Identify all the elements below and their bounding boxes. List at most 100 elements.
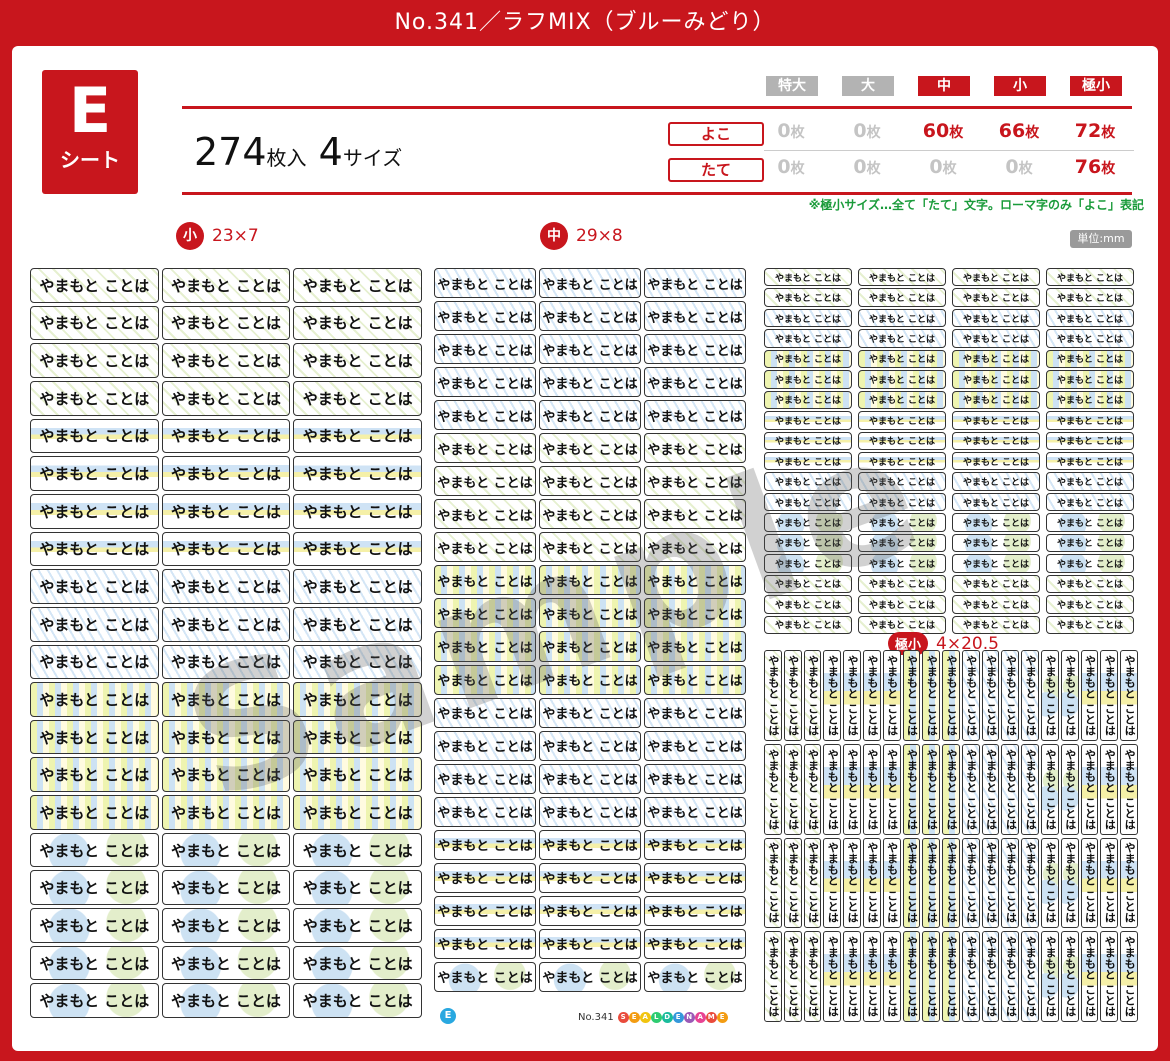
name-label: やまもと ことは [764,268,852,287]
vertical-name-label: やまもと ことは [823,837,842,929]
vertical-name-label: やまもと ことは [922,931,941,1022]
name-label: やまもと ことは [293,644,422,680]
brand-letter: M [705,1012,717,1023]
vertical-name-label: やまもと ことは [843,650,861,741]
vertical-name-label: やまもと ことは [981,837,1000,929]
footer-product-number: No.341 SEALDENAME [578,1011,728,1023]
name-label: やまもと ことは [293,945,422,981]
medium-label-grid: やまもと ことは やまもと ことは やまもと ことは やまもと ことは やまもと ことは… [434,268,746,992]
name-label: やまもと ことは [952,554,1040,573]
qty-value: 0 [1005,156,1019,178]
vertical-name-label: やまもと ことは [882,743,901,835]
name-label: やまもと ことは [293,719,422,755]
vertical-name-label: やまもと ことは [1041,837,1059,929]
name-label: やまもと ことは [161,305,291,341]
name-label: やまもと ことは [858,452,946,471]
qty-unit: 枚 [866,161,881,177]
vertical-name-label: やまもと ことは [843,837,861,929]
vertical-name-label: やまもと ことは [922,837,941,929]
name-label: やまもと ことは [293,380,422,416]
name-label: やまもと ことは [644,367,746,398]
brand-letter: L [650,1012,662,1023]
sizes-number: 4 [318,130,343,174]
name-label: やまもと ことは [952,288,1040,307]
name-label: やまもと ことは [539,796,641,827]
vertical-name-label: やまもと ことは [1021,650,1040,741]
vertical-name-label: やまもと ことは [823,743,842,835]
name-label: やまもと ことは [30,531,159,567]
vertical-name-label: やまもと ことは [1120,650,1138,741]
vertical-name-label: やまもと ことは [882,931,901,1022]
name-label: やまもと ことは [764,329,852,348]
name-label: やまもと ことは [539,928,641,959]
vertical-name-label: やまもと ことは [981,743,1000,835]
vertical-name-label: やまもと ことは [1060,650,1079,741]
section-small-badge: 小 [176,222,204,250]
name-label: やまもと ことは [644,334,746,365]
name-label: やまもと ことは [30,719,159,755]
name-label: やまもと ことは [293,908,422,943]
vertical-name-label: やまもと ことは [862,837,881,929]
name-label: やまもと ことは [539,334,641,365]
name-label: やまもと ことは [434,532,536,563]
name-label: やまもと ことは [644,664,746,695]
name-label: やまもと ことは [293,983,422,1018]
qty-unit: 枚 [1018,161,1033,177]
name-label: やまもと ことは [30,945,159,981]
name-label: やまもと ことは [293,268,422,303]
count-summary: 274枚入 4サイズ [194,130,402,174]
name-label: やまもと ことは [952,452,1040,471]
qty-value: 0 [929,156,943,178]
count-unit: 枚入 [266,146,307,170]
name-label: やまもと ことは [434,499,536,530]
name-label: やまもと ことは [161,569,291,604]
qty-unit: 枚 [866,125,881,141]
name-label: やまもと ことは [293,569,422,604]
name-label: やまもと ことは [161,682,291,717]
name-label: やまもと ことは [293,456,422,491]
name-label: やまもと ことは [293,870,422,906]
name-label: やまもと ことは [1046,615,1134,634]
name-label: やまもと ことは [434,730,536,761]
name-label: やまもと ことは [293,795,422,830]
vertical-name-label: やまもと ことは [1001,837,1020,929]
name-label: やまもと ことは [858,574,946,594]
name-label: やまもと ことは [539,367,641,398]
name-label: やまもと ことは [644,268,746,299]
name-label: やまもと ことは [161,719,291,755]
vertical-name-label: やまもと ことは [862,931,881,1022]
vertical-name-label: やまもと ことは [882,650,901,741]
name-label: やまもと ことは [644,961,746,992]
name-label: やまもと ことは [539,466,641,497]
name-label: やまもと ことは [644,862,746,893]
name-label: やまもと ことは [764,431,852,450]
qty-たて-3: 0枚 [984,156,1054,178]
name-label: やまもと ことは [644,433,746,464]
vertical-name-label: やまもと ことは [1041,650,1059,741]
name-label: やまもと ことは [293,606,422,642]
name-label: やまもと ことは [539,268,641,299]
name-label: やまもと ことは [434,796,536,827]
name-label: やまもと ことは [434,400,536,431]
size-note: ※極小サイズ…全て「たて」文字。ローマ字のみ「よこ」表記 [808,198,1144,212]
section-small-dims: 23×7 [212,226,259,246]
name-label: やまもと ことは [952,472,1040,491]
vertical-name-label: やまもと ことは [1100,743,1119,835]
vertical-name-label: やまもと ことは [1001,650,1020,741]
direction-tate: たて [668,158,764,182]
name-label: やまもと ことは [539,631,641,662]
name-label: やまもと ことは [644,829,746,860]
vertical-name-label: やまもと ことは [764,650,782,741]
qty-unit: 枚 [1101,161,1116,177]
name-label: やまもと ことは [1046,472,1134,491]
name-label: やまもと ことは [30,268,159,303]
name-label: やまもと ことは [858,329,946,348]
qty-unit: 枚 [949,125,964,141]
brand-letter: N [683,1012,695,1023]
name-label: やまもと ことは [644,466,746,497]
vertical-name-label: やまもと ことは [942,743,960,835]
qty-たて-0: 0枚 [756,156,826,178]
qty-unit: 枚 [790,125,805,141]
qty-value: 0 [777,156,791,178]
name-label: やまもと ことは [1046,513,1134,532]
